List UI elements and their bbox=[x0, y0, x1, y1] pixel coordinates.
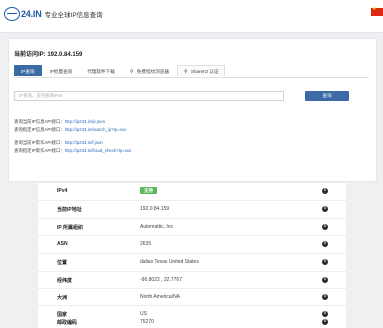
status-badge: 支持 bbox=[140, 187, 157, 194]
api-line: 查询指定IP欺诈API接口：http://ip234.in/fraud_chec… bbox=[14, 147, 131, 155]
tab-label: 代理软件下载 bbox=[87, 69, 115, 74]
api-link[interactable]: http://ip234.in/f.json bbox=[65, 140, 103, 145]
tab-label: IP查询 bbox=[21, 69, 35, 74]
api-link[interactable]: http://ip234.in/fraud_check?ip=xxx bbox=[65, 148, 132, 153]
row-label: ASN bbox=[57, 241, 68, 247]
info-icon[interactable]: i bbox=[322, 206, 328, 212]
row-label: 当前IP地址 bbox=[57, 207, 82, 213]
row-value: 75270 bbox=[140, 319, 154, 325]
tab-proxy-download[interactable]: 代理软件下载 bbox=[80, 65, 122, 76]
ip-search-input[interactable]: IP查询，支持查询IPv6 bbox=[14, 91, 284, 101]
row-value: dallas Texas United States bbox=[140, 259, 199, 265]
share-icon: ⚲ bbox=[129, 69, 134, 75]
query-card: 当前访问IP: 192.0.84.159 IP查询 IP批量查询 代理软件下载 … bbox=[8, 38, 377, 182]
result-row-asn: ASN 2635 i bbox=[38, 235, 346, 254]
tab-label: IP批量查询 bbox=[49, 69, 73, 74]
tab-ip-query[interactable]: IP查询 bbox=[14, 65, 42, 76]
row-label: 位置 bbox=[57, 260, 68, 266]
api-group-fraud: 查询当前IP欺诈API接口：http://ip234.in/f.json 查询指… bbox=[14, 139, 131, 154]
site-name: 专业全球IP信息查询 bbox=[44, 12, 103, 19]
china-flag-icon[interactable] bbox=[371, 6, 383, 16]
globe-logo-icon bbox=[4, 7, 20, 21]
api-list: 查询当前IP信息API接口：http://ip234.in/ip.json 查询… bbox=[14, 118, 131, 160]
row-label: IP 所属组织 bbox=[57, 225, 84, 231]
info-icon[interactable]: i bbox=[322, 188, 328, 194]
info-icon[interactable]: i bbox=[322, 319, 328, 325]
info-icon[interactable]: i bbox=[322, 259, 328, 265]
result-card: IPv4 支持 i 当前IP地址 192.0.84.159 i IP 所属组织 … bbox=[38, 183, 346, 328]
tab-fingerprint-browser[interactable]: ⚲ 免费指纹浏览器 bbox=[123, 65, 176, 76]
api-line: 查询当前IP信息API接口：http://ip234.in/ip.json bbox=[14, 118, 131, 126]
tab-ip-batch-query[interactable]: IP批量查询 bbox=[43, 65, 80, 76]
site-header: 24.IN 专业全球IP信息查询 bbox=[0, 0, 383, 33]
row-value: North America/NA bbox=[140, 294, 181, 300]
logo-text: 24.IN bbox=[21, 9, 42, 19]
api-prefix: 查询指定IP信息API接口： bbox=[14, 126, 65, 132]
current-ip-label: 当前访问IP: 192.0.84.159 bbox=[14, 52, 83, 58]
row-value: 192.0.84.159 bbox=[140, 206, 170, 212]
search-button[interactable]: 查询 bbox=[305, 91, 349, 101]
row-label: IPv4 bbox=[57, 188, 68, 194]
api-prefix: 查询当前IP欺诈API接口： bbox=[14, 140, 65, 145]
info-icon[interactable]: i bbox=[322, 294, 328, 300]
query-tabs: IP查询 IP批量查询 代理软件下载 ⚲ 免费指纹浏览器 ⚲ ShareIO 认… bbox=[14, 65, 369, 78]
api-line: 查询指定IP信息API接口：http://ip234.in/search_ip?… bbox=[14, 126, 131, 134]
row-value: Automattic, Inc bbox=[140, 224, 174, 230]
api-prefix: 查询当前IP信息API接口： bbox=[14, 119, 65, 124]
share-icon: ⚲ bbox=[183, 69, 188, 75]
result-row-current-ip: 当前IP地址 192.0.84.159 i bbox=[38, 200, 346, 219]
api-prefix: 查询指定IP欺诈API接口： bbox=[14, 147, 65, 153]
api-line: 查询当前IP欺诈API接口：http://ip234.in/f.json bbox=[14, 139, 131, 147]
api-group-info: 查询当前IP信息API接口：http://ip234.in/ip.json 查询… bbox=[14, 118, 131, 133]
result-row-postal: 邮政编码 75270 i bbox=[38, 310, 346, 328]
info-icon[interactable]: i bbox=[322, 277, 328, 283]
tab-label: ShareIO 认证 bbox=[190, 69, 219, 74]
result-row-location: 位置 dallas Texas United States i bbox=[38, 253, 346, 272]
tab-shareio-auth[interactable]: ⚲ ShareIO 认证 bbox=[176, 65, 226, 76]
tab-label: 免费指纹浏览器 bbox=[136, 69, 169, 74]
logo[interactable]: 24.IN 专业全球IP信息查询 bbox=[4, 7, 103, 21]
api-link[interactable]: http://ip234.in/search_ip?ip=xxx bbox=[65, 127, 127, 132]
row-value: 2635 bbox=[140, 241, 152, 247]
row-value: -96.8022 , 32.7767 bbox=[140, 277, 182, 283]
info-icon[interactable]: i bbox=[322, 241, 328, 247]
info-icon[interactable]: i bbox=[322, 224, 328, 230]
row-label: 邮政编码 bbox=[57, 320, 78, 326]
api-link[interactable]: http://ip234.in/ip.json bbox=[65, 119, 105, 124]
row-label: 大洲 bbox=[57, 295, 68, 301]
row-label: 经纬度 bbox=[57, 278, 73, 284]
result-row-ipv4: IPv4 支持 i bbox=[38, 183, 346, 201]
